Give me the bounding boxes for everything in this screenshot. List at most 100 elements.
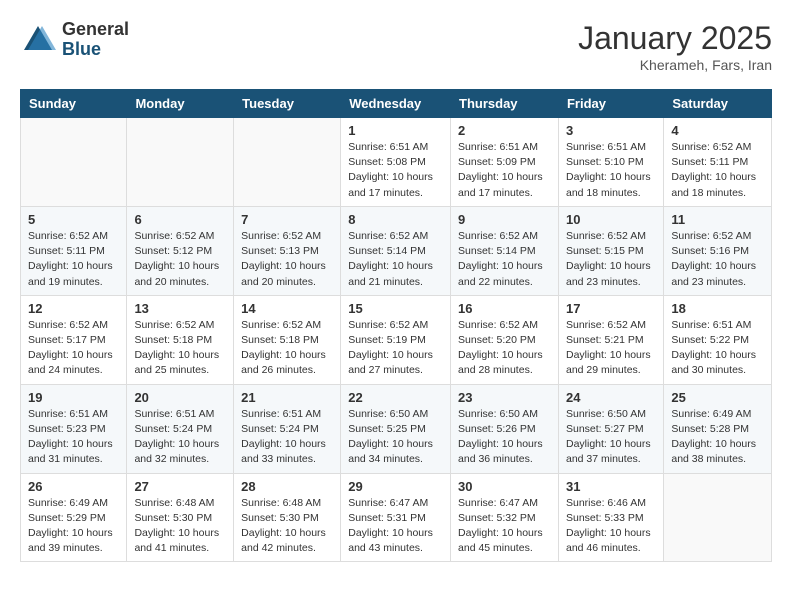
day-cell: 1 Sunrise: 6:51 AMSunset: 5:08 PMDaylight… xyxy=(341,118,451,207)
day-cell: 5 Sunrise: 6:52 AMSunset: 5:11 PMDaylight… xyxy=(21,206,127,295)
weekday-header-saturday: Saturday xyxy=(664,90,772,118)
day-info: Sunrise: 6:51 AMSunset: 5:10 PMDaylight:… xyxy=(566,140,656,201)
day-info: Sunrise: 6:46 AMSunset: 5:33 PMDaylight:… xyxy=(566,496,656,557)
day-info: Sunrise: 6:49 AMSunset: 5:29 PMDaylight:… xyxy=(28,496,119,557)
day-cell: 3Sunrise: 6:51 AMSunset: 5:10 PMDaylight… xyxy=(558,118,663,207)
week-row-5: 26 Sunrise: 6:49 AMSunset: 5:29 PMDayligh… xyxy=(21,473,772,562)
day-info: Sunrise: 6:51 AMSunset: 5:22 PMDaylight:… xyxy=(671,318,764,379)
day-cell: 10 Sunrise: 6:52 AMSunset: 5:15 PMDayligh… xyxy=(558,206,663,295)
day-number: 2 xyxy=(458,123,551,138)
day-number: 23 xyxy=(458,390,551,405)
day-number: 8 xyxy=(348,212,443,227)
day-cell: 12 Sunrise: 6:52 AMSunset: 5:17 PMDayligh… xyxy=(21,295,127,384)
day-number: 12 xyxy=(28,301,119,316)
day-cell: 17 Sunrise: 6:52 AMSunset: 5:21 PMDayligh… xyxy=(558,295,663,384)
day-cell xyxy=(234,118,341,207)
day-info: Sunrise: 6:52 AMSunset: 5:11 PMDaylight:… xyxy=(28,229,119,290)
weekday-header-monday: Monday xyxy=(127,90,234,118)
day-number: 15 xyxy=(348,301,443,316)
day-info: Sunrise: 6:52 AMSunset: 5:16 PMDaylight:… xyxy=(671,229,764,290)
logo: General Blue xyxy=(20,20,129,60)
day-cell: 30Sunrise: 6:47 AMSunset: 5:32 PMDayligh… xyxy=(451,473,559,562)
day-cell: 19 Sunrise: 6:51 AMSunset: 5:23 PMDayligh… xyxy=(21,384,127,473)
day-cell: 24 Sunrise: 6:50 AMSunset: 5:27 PMDayligh… xyxy=(558,384,663,473)
day-info: Sunrise: 6:51 AMSunset: 5:08 PMDaylight:… xyxy=(348,140,443,201)
day-number: 30 xyxy=(458,479,551,494)
day-info: Sunrise: 6:48 AMSunset: 5:30 PMDaylight:… xyxy=(134,496,226,557)
day-cell: 18Sunrise: 6:51 AMSunset: 5:22 PMDayligh… xyxy=(664,295,772,384)
day-number: 10 xyxy=(566,212,656,227)
day-number: 11 xyxy=(671,212,764,227)
day-cell: 6 Sunrise: 6:52 AMSunset: 5:12 PMDaylight… xyxy=(127,206,234,295)
day-number: 17 xyxy=(566,301,656,316)
day-number: 7 xyxy=(241,212,333,227)
weekday-header-friday: Friday xyxy=(558,90,663,118)
day-number: 9 xyxy=(458,212,551,227)
calendar-table: SundayMondayTuesdayWednesdayThursdayFrid… xyxy=(20,89,772,562)
day-info: Sunrise: 6:50 AMSunset: 5:26 PMDaylight:… xyxy=(458,407,551,468)
day-info: Sunrise: 6:49 AMSunset: 5:28 PMDaylight:… xyxy=(671,407,764,468)
day-number: 1 xyxy=(348,123,443,138)
day-cell: 25 Sunrise: 6:49 AMSunset: 5:28 PMDayligh… xyxy=(664,384,772,473)
day-number: 24 xyxy=(566,390,656,405)
day-cell: 27 Sunrise: 6:48 AMSunset: 5:30 PMDayligh… xyxy=(127,473,234,562)
day-cell: 8 Sunrise: 6:52 AMSunset: 5:14 PMDaylight… xyxy=(341,206,451,295)
logo-general-text: General xyxy=(62,20,129,40)
day-number: 4 xyxy=(671,123,764,138)
location-text: Kherameh, Fars, Iran xyxy=(578,57,772,73)
day-number: 14 xyxy=(241,301,333,316)
day-info: Sunrise: 6:52 AMSunset: 5:20 PMDaylight:… xyxy=(458,318,551,379)
day-cell: 21 Sunrise: 6:51 AMSunset: 5:24 PMDayligh… xyxy=(234,384,341,473)
logo-blue-text: Blue xyxy=(62,40,129,60)
logo-text: General Blue xyxy=(62,20,129,60)
weekday-header-row: SundayMondayTuesdayWednesdayThursdayFrid… xyxy=(21,90,772,118)
day-number: 29 xyxy=(348,479,443,494)
day-info: Sunrise: 6:52 AMSunset: 5:11 PMDaylight:… xyxy=(671,140,764,201)
day-cell: 28Sunrise: 6:48 AMSunset: 5:30 PMDayligh… xyxy=(234,473,341,562)
day-number: 27 xyxy=(134,479,226,494)
month-title: January 2025 xyxy=(578,20,772,57)
weekday-header-thursday: Thursday xyxy=(451,90,559,118)
day-cell: 11 Sunrise: 6:52 AMSunset: 5:16 PMDayligh… xyxy=(664,206,772,295)
day-cell: 14Sunrise: 6:52 AMSunset: 5:18 PMDayligh… xyxy=(234,295,341,384)
day-cell: 9Sunrise: 6:52 AMSunset: 5:14 PMDaylight… xyxy=(451,206,559,295)
day-info: Sunrise: 6:51 AMSunset: 5:24 PMDaylight:… xyxy=(134,407,226,468)
day-number: 26 xyxy=(28,479,119,494)
day-info: Sunrise: 6:51 AMSunset: 5:09 PMDaylight:… xyxy=(458,140,551,201)
day-number: 13 xyxy=(134,301,226,316)
day-info: Sunrise: 6:50 AMSunset: 5:27 PMDaylight:… xyxy=(566,407,656,468)
day-cell: 20Sunrise: 6:51 AMSunset: 5:24 PMDayligh… xyxy=(127,384,234,473)
day-cell: 13Sunrise: 6:52 AMSunset: 5:18 PMDayligh… xyxy=(127,295,234,384)
logo-icon xyxy=(20,22,56,58)
day-number: 5 xyxy=(28,212,119,227)
day-number: 19 xyxy=(28,390,119,405)
day-cell: 4 Sunrise: 6:52 AMSunset: 5:11 PMDaylight… xyxy=(664,118,772,207)
day-info: Sunrise: 6:52 AMSunset: 5:21 PMDaylight:… xyxy=(566,318,656,379)
day-info: Sunrise: 6:52 AMSunset: 5:19 PMDaylight:… xyxy=(348,318,443,379)
week-row-3: 12 Sunrise: 6:52 AMSunset: 5:17 PMDayligh… xyxy=(21,295,772,384)
day-cell: 2 Sunrise: 6:51 AMSunset: 5:09 PMDaylight… xyxy=(451,118,559,207)
day-cell: 22Sunrise: 6:50 AMSunset: 5:25 PMDayligh… xyxy=(341,384,451,473)
day-cell: 16 Sunrise: 6:52 AMSunset: 5:20 PMDayligh… xyxy=(451,295,559,384)
day-info: Sunrise: 6:52 AMSunset: 5:14 PMDaylight:… xyxy=(348,229,443,290)
day-number: 28 xyxy=(241,479,333,494)
day-cell: 29 Sunrise: 6:47 AMSunset: 5:31 PMDayligh… xyxy=(341,473,451,562)
day-info: Sunrise: 6:51 AMSunset: 5:24 PMDaylight:… xyxy=(241,407,333,468)
page-header: General Blue January 2025 Kherameh, Fars… xyxy=(20,20,772,73)
week-row-1: 1 Sunrise: 6:51 AMSunset: 5:08 PMDaylight… xyxy=(21,118,772,207)
week-row-4: 19 Sunrise: 6:51 AMSunset: 5:23 PMDayligh… xyxy=(21,384,772,473)
day-info: Sunrise: 6:52 AMSunset: 5:15 PMDaylight:… xyxy=(566,229,656,290)
day-number: 25 xyxy=(671,390,764,405)
weekday-header-sunday: Sunday xyxy=(21,90,127,118)
day-info: Sunrise: 6:52 AMSunset: 5:17 PMDaylight:… xyxy=(28,318,119,379)
day-info: Sunrise: 6:52 AMSunset: 5:13 PMDaylight:… xyxy=(241,229,333,290)
day-info: Sunrise: 6:51 AMSunset: 5:23 PMDaylight:… xyxy=(28,407,119,468)
day-cell xyxy=(664,473,772,562)
day-number: 6 xyxy=(134,212,226,227)
day-cell xyxy=(21,118,127,207)
day-cell: 23 Sunrise: 6:50 AMSunset: 5:26 PMDayligh… xyxy=(451,384,559,473)
day-number: 16 xyxy=(458,301,551,316)
day-info: Sunrise: 6:47 AMSunset: 5:31 PMDaylight:… xyxy=(348,496,443,557)
day-info: Sunrise: 6:52 AMSunset: 5:12 PMDaylight:… xyxy=(134,229,226,290)
day-number: 21 xyxy=(241,390,333,405)
